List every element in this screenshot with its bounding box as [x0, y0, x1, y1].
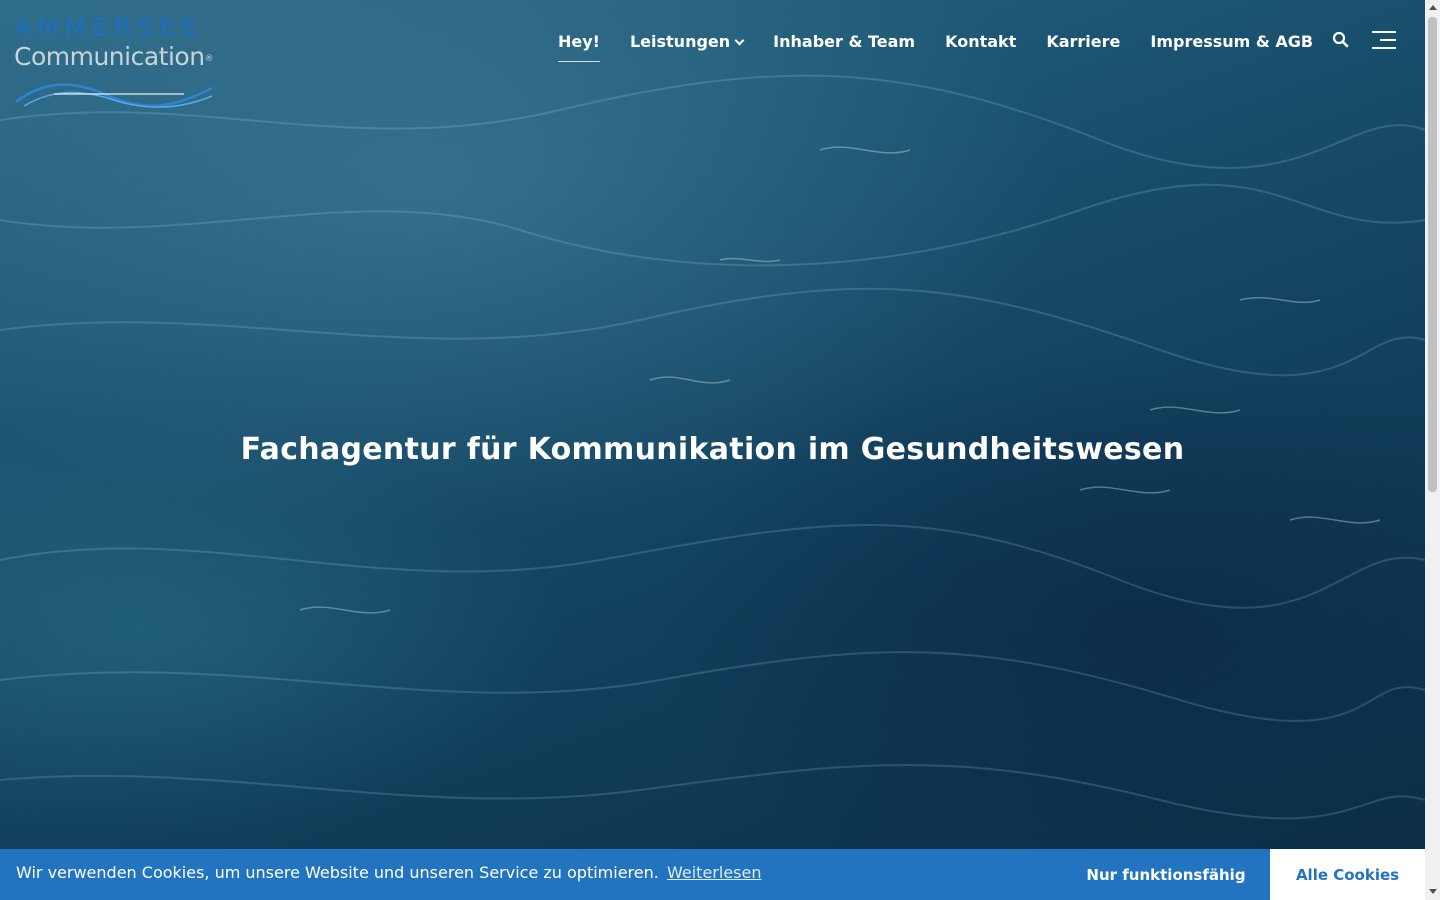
nav-item-impressum-agb[interactable]: Impressum & AGB: [1150, 31, 1313, 53]
cookie-banner: Wir verwenden Cookies, um unsere Website…: [0, 849, 1425, 900]
hamburger-menu-icon-middle: [1380, 39, 1396, 41]
hamburger-menu-button[interactable]: [1372, 31, 1396, 49]
hero-headline: Fachagentur für Kommunikation im Gesundh…: [240, 432, 1185, 467]
nav-item-inhaber-team-label: Inhaber & Team: [773, 32, 916, 51]
logo-wave-icon: [15, 83, 213, 108]
nav-item-karriere-label: Karriere: [1046, 32, 1121, 51]
cookie-read-more-link[interactable]: Weiterlesen: [667, 863, 761, 882]
company-logo[interactable]: AMMERSEE Communication®: [14, 14, 214, 110]
logo-wordmark-bottom: Communication®: [14, 42, 214, 72]
hero-section: AMMERSEE Communication® Hey! Leistungen …: [0, 0, 1425, 900]
nav-item-kontakt-label: Kontakt: [945, 32, 1017, 51]
nav-item-inhaber-team[interactable]: Inhaber & Team: [773, 31, 915, 53]
accept-all-cookies-button[interactable]: Alle Cookies: [1270, 849, 1425, 900]
search-icon: [1332, 31, 1349, 48]
hamburger-menu-icon-bottom: [1372, 47, 1396, 49]
main-navigation: Hey! Leistungen Inhaber & Team Kontakt K…: [558, 30, 1313, 62]
nav-item-karriere[interactable]: Karriere: [1046, 31, 1120, 53]
search-button[interactable]: [1331, 30, 1351, 50]
hamburger-menu-icon: [1372, 31, 1396, 33]
scroll-down-arrow-icon[interactable]: [1429, 889, 1437, 894]
scrollbar-thumb[interactable]: [1428, 17, 1437, 492]
nav-item-kontakt[interactable]: Kontakt: [945, 31, 1016, 53]
scroll-up-arrow-icon[interactable]: [1429, 5, 1437, 10]
functional-cookies-button[interactable]: Nur funktionsfähig: [1062, 849, 1270, 900]
chevron-down-icon: [734, 35, 745, 46]
cookie-message: Wir verwenden Cookies, um unsere Website…: [16, 863, 659, 882]
logo-wordmark-bottom-text: Communication: [14, 42, 205, 71]
nav-item-impressum-agb-label: Impressum & AGB: [1150, 32, 1314, 51]
page-scrollbar[interactable]: [1425, 0, 1440, 900]
nav-item-leistungen-label: Leistungen: [629, 32, 731, 51]
logo-wordmark-top: AMMERSEE: [14, 13, 203, 42]
nav-item-leistungen[interactable]: Leistungen: [629, 31, 745, 53]
nav-item-hey-label: Hey!: [558, 32, 600, 51]
nav-item-hey[interactable]: Hey!: [558, 31, 600, 62]
registered-mark: ®: [204, 54, 214, 64]
